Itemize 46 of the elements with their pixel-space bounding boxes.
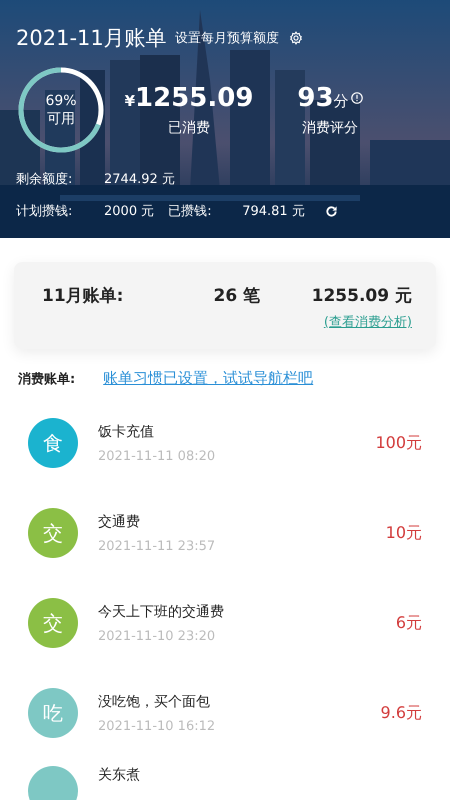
bill-amount: 9.6元: [380, 702, 422, 724]
bills-label: 消费账单:: [18, 370, 76, 388]
refresh-icon[interactable]: [324, 204, 338, 218]
bill-title: 没吃饱，买个面包: [98, 692, 211, 710]
remaining-value: 2744.92 元: [104, 171, 175, 188]
bill-total: 1255.09 元: [312, 285, 412, 307]
bill-time: 2021-11-10 16:12: [98, 718, 216, 734]
plan-label: 计划攒钱:: [16, 203, 74, 220]
bill-amount: 10元: [386, 522, 422, 544]
category-avatar: 交: [28, 508, 78, 558]
hint-link[interactable]: 账单习惯已设置，试试导航栏吧: [103, 369, 314, 388]
month-title: 2021-11月账单: [16, 25, 167, 52]
bill-title: 今天上下班的交通费: [98, 602, 225, 620]
bill-count: 26 笔: [212, 285, 262, 307]
bill-amount: 6元: [396, 612, 422, 634]
summary-label: 11月账单:: [42, 285, 124, 307]
bill-time: 2021-11-11 23:57: [98, 538, 216, 554]
info-icon[interactable]: [350, 92, 363, 104]
percent-label: 69%: [45, 92, 77, 110]
spent-label: 已消费: [168, 119, 210, 137]
bill-item[interactable]: 吃 没吃饱，买个面包 2021-11-10 16:12 9.6元: [0, 668, 450, 758]
bill-title: 交通费: [98, 512, 141, 530]
bill-amount: 100元: [375, 432, 422, 454]
score-label: 消费评分: [302, 119, 358, 137]
bill-item[interactable]: 食 饭卡充值 2021-11-11 08:20 100元: [0, 398, 450, 488]
bill-item[interactable]: 交 交通费 2021-11-11 23:57 10元: [0, 488, 450, 578]
category-avatar: 食: [28, 418, 78, 468]
remaining-label: 剩余额度:: [16, 171, 74, 188]
saved-label: 已攒钱:: [168, 203, 213, 220]
bill-title: 饭卡充值: [98, 422, 155, 440]
currency-sign: ¥: [124, 92, 135, 110]
plan-value: 2000 元: [104, 203, 154, 220]
category-avatar: 交: [28, 598, 78, 648]
spent-amount: 1255.09: [135, 83, 254, 113]
category-avatar: 吃: [28, 688, 78, 738]
saved-value: 794.81 元: [242, 203, 305, 220]
bill-time: 2021-11-11 08:20: [98, 448, 216, 464]
score-unit: 分: [334, 92, 349, 111]
bill-item[interactable]: 交 今天上下班的交通费 2021-11-10 23:20 6元: [0, 578, 450, 668]
settings-icon[interactable]: [288, 31, 303, 45]
bill-title: 关东煮: [98, 766, 141, 784]
bill-item[interactable]: 关东煮: [0, 758, 450, 800]
budget-link[interactable]: 设置每月预算额度: [174, 29, 279, 47]
available-label: 可用: [47, 110, 75, 128]
bill-time: 2021-11-10 23:20: [98, 628, 216, 644]
score-value: 93: [297, 83, 334, 113]
